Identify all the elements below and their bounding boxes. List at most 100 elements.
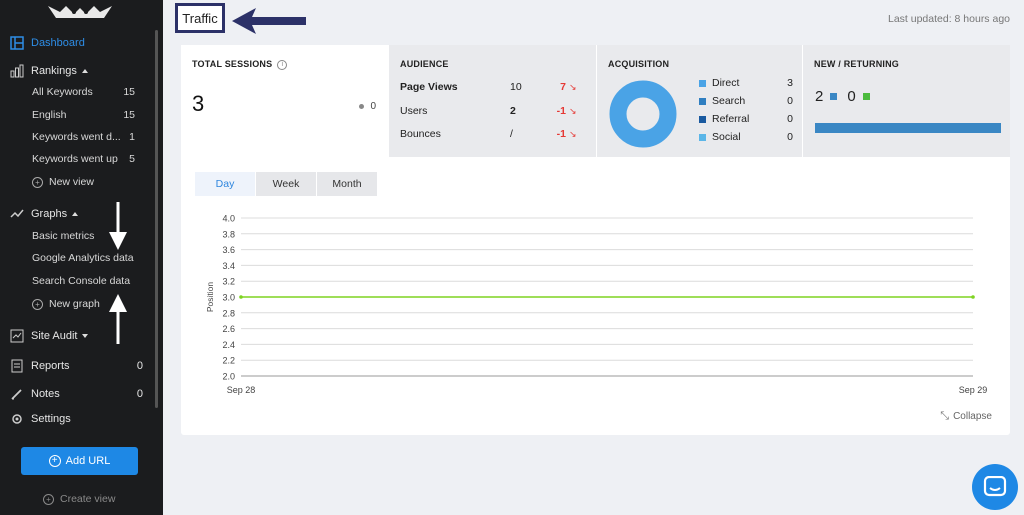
- legend-swatch: [862, 93, 870, 100]
- acquisition-value: 3: [787, 77, 793, 89]
- page-title: Traffic: [175, 3, 225, 33]
- sidebar-item-count: 0: [136, 388, 143, 400]
- legend-swatch: [699, 79, 706, 87]
- plus-circle-icon: +: [43, 493, 54, 505]
- acquisition-label: Search: [712, 95, 746, 107]
- sidebar-subitem-keywords-went-up[interactable]: Keywords went up 5: [32, 150, 135, 168]
- acquisition-row: Direct 3: [699, 76, 793, 90]
- sidebar-item-dashboard[interactable]: Dashboard: [10, 34, 143, 52]
- sidebar-item-notes[interactable]: Notes 0: [10, 385, 143, 403]
- new-returning-values: 2 0: [815, 88, 880, 105]
- subitem-label: Search Console data: [32, 275, 131, 287]
- sidebar-item-label: Rankings: [31, 65, 77, 77]
- sidebar-item-label: Graphs: [31, 208, 68, 220]
- sidebar-subitem-all-keywords[interactable]: All Keywords 15: [32, 83, 135, 101]
- create-view-button[interactable]: + Create view: [43, 493, 115, 505]
- y-tick-label: 3.4: [222, 261, 235, 271]
- tab-month[interactable]: Month: [317, 172, 377, 196]
- y-tick-label: 2.8: [222, 308, 235, 318]
- panel-title: TOTAL SESSIONS: [192, 59, 273, 69]
- audience-label: Page Views: [400, 81, 458, 93]
- legend-swatch: [699, 115, 706, 123]
- sidebar: Dashboard Rankings All Keywords 15 Engli…: [0, 0, 163, 515]
- sidebar-subitem-english[interactable]: English 15: [32, 106, 135, 124]
- tab-week[interactable]: Week: [256, 172, 316, 196]
- acquisition-row: Social 0: [699, 130, 793, 144]
- dot-icon: [359, 104, 365, 109]
- audience-change: -1: [556, 105, 566, 117]
- y-tick-label: 3.2: [222, 277, 235, 287]
- audience-row: Page Views 10 7 ↘: [400, 80, 585, 94]
- collapse-label: Collapse: [953, 411, 992, 422]
- acquisition-panel: ACQUISITION Direct 3 Search 0 Referral 0 So…: [597, 45, 802, 157]
- add-url-button[interactable]: + Add URL: [21, 447, 138, 475]
- audience-row: Bounces / -1 ↘: [400, 127, 585, 141]
- total-sessions-value: 3: [192, 91, 205, 116]
- sidebar-item-label: Site Audit: [31, 330, 78, 342]
- sidebar-item-reports[interactable]: Reports 0: [10, 357, 143, 375]
- new-view-label: New view: [49, 176, 94, 188]
- panel-title: AUDIENCE: [400, 59, 449, 69]
- pencil-icon: [11, 389, 22, 400]
- y-tick-label: 2.4: [222, 340, 235, 350]
- y-tick-label: 2.2: [222, 356, 235, 366]
- audience-label: Bounces: [400, 128, 441, 140]
- collapse-icon: ⤡: [940, 410, 950, 422]
- last-updated: Last updated: 8 hours ago: [887, 13, 1010, 25]
- chevron-down-icon: [82, 334, 89, 338]
- collapse-button[interactable]: ⤡ Collapse: [940, 410, 992, 423]
- chat-button[interactable]: [972, 464, 1018, 510]
- new-returning-panel: NEW / RETURNING 2 0: [803, 45, 1010, 157]
- total-sessions-title: TOTAL SESSIONS i: [192, 59, 288, 70]
- gear-icon: [12, 414, 22, 424]
- sidebar-item-label: Settings: [31, 413, 71, 425]
- legend-swatch: [699, 97, 706, 105]
- sidebar-scrollbar[interactable]: [155, 30, 158, 408]
- sidebar-item-label: Notes: [31, 388, 60, 400]
- legend-swatch: [699, 133, 706, 141]
- sidebar-item-label: Dashboard: [31, 37, 85, 49]
- annotation-arrow-down: [109, 202, 127, 250]
- new-view-button[interactable]: + New view: [32, 173, 135, 191]
- line-graph-icon: [10, 209, 24, 218]
- y-axis-label: Position: [205, 282, 215, 313]
- audit-icon: [10, 329, 24, 343]
- arrow-down-right-icon: ↘: [569, 128, 577, 139]
- panel-title: NEW / RETURNING: [814, 59, 899, 69]
- subitem-count: 5: [129, 153, 135, 165]
- app-logo[interactable]: [46, 2, 114, 22]
- sidebar-item-settings[interactable]: Settings: [10, 413, 143, 425]
- audience-panel: AUDIENCE Page Views 10 7 ↘ Users 2 -1 ↘ …: [389, 45, 596, 157]
- total-sessions-panel: TOTAL SESSIONS i 3 0: [181, 45, 389, 157]
- info-icon[interactable]: i: [277, 59, 288, 70]
- sidebar-item-count: 0: [136, 360, 143, 372]
- y-tick-label: 3.0: [222, 293, 235, 303]
- new-value: 2: [815, 88, 824, 105]
- traffic-card: TOTAL SESSIONS i 3 0 AUDIENCE Page Views …: [181, 45, 1010, 435]
- subitem-count: 15: [123, 86, 135, 98]
- plus-circle-icon: +: [32, 298, 43, 310]
- create-view-label: Create view: [60, 493, 116, 505]
- data-point: [239, 295, 243, 299]
- plus-circle-icon: +: [32, 176, 43, 188]
- subitem-label: Keywords went d...: [32, 131, 121, 143]
- arrow-down-right-icon: ↘: [569, 81, 577, 92]
- acquisition-value: 0: [787, 113, 793, 125]
- audience-change: 7: [560, 81, 566, 93]
- plus-circle-icon: +: [48, 455, 61, 467]
- acquisition-label: Referral: [712, 113, 750, 125]
- audience-value: 10: [510, 81, 522, 93]
- sidebar-item-site-audit[interactable]: Site Audit: [10, 327, 143, 345]
- audience-change: -1: [556, 128, 566, 140]
- document-icon: [11, 359, 23, 373]
- sidebar-item-rankings[interactable]: Rankings: [10, 62, 143, 80]
- sidebar-subitem-search-console[interactable]: Search Console data: [32, 272, 135, 290]
- y-tick-label: 2.0: [222, 372, 235, 382]
- tab-day[interactable]: Day: [195, 172, 255, 196]
- subitem-label: Keywords went up: [32, 153, 118, 165]
- page-title-text: Traffic: [182, 10, 218, 26]
- sidebar-subitem-keywords-went-down[interactable]: Keywords went d... 1: [32, 128, 135, 146]
- data-point: [971, 295, 975, 299]
- y-tick-label: 3.6: [222, 245, 235, 255]
- subitem-label: English: [32, 109, 67, 121]
